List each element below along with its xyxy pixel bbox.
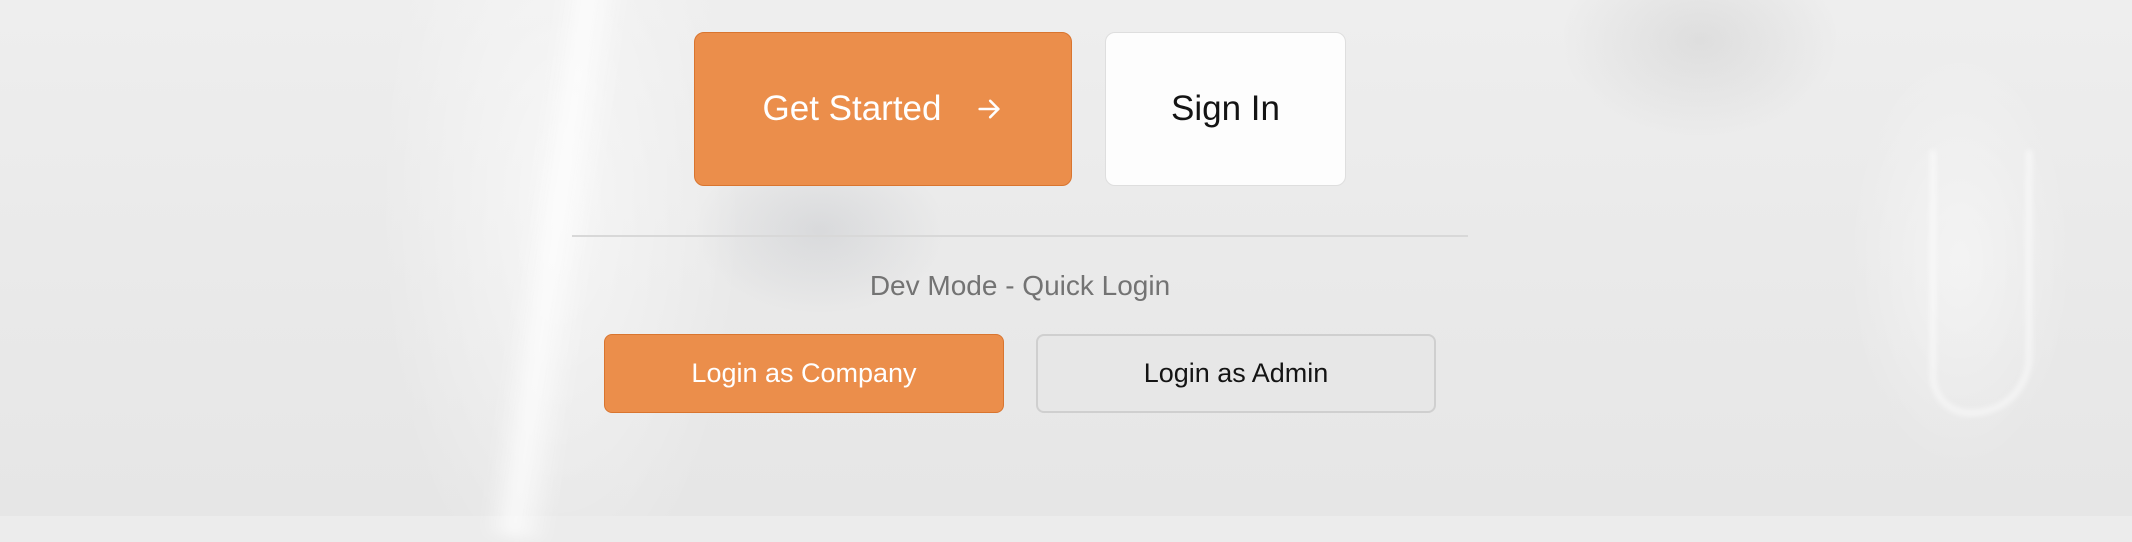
- login-as-admin-button[interactable]: Login as Admin: [1036, 334, 1436, 413]
- login-as-admin-label: Login as Admin: [1143, 358, 1329, 388]
- dev-mode-heading: Dev Mode - Quick Login: [869, 270, 1171, 301]
- login-as-company-label: Login as Company: [691, 358, 917, 388]
- divider: [572, 235, 1468, 237]
- get-started-label: Get Started: [762, 89, 942, 128]
- arrow-right-icon: [978, 99, 1001, 119]
- login-as-company-button[interactable]: Login as Company: [604, 334, 1004, 413]
- get-started-button[interactable]: Get Started: [694, 32, 1072, 186]
- sign-in-label: Sign In: [1171, 89, 1280, 128]
- sign-in-button[interactable]: Sign In: [1105, 32, 1346, 186]
